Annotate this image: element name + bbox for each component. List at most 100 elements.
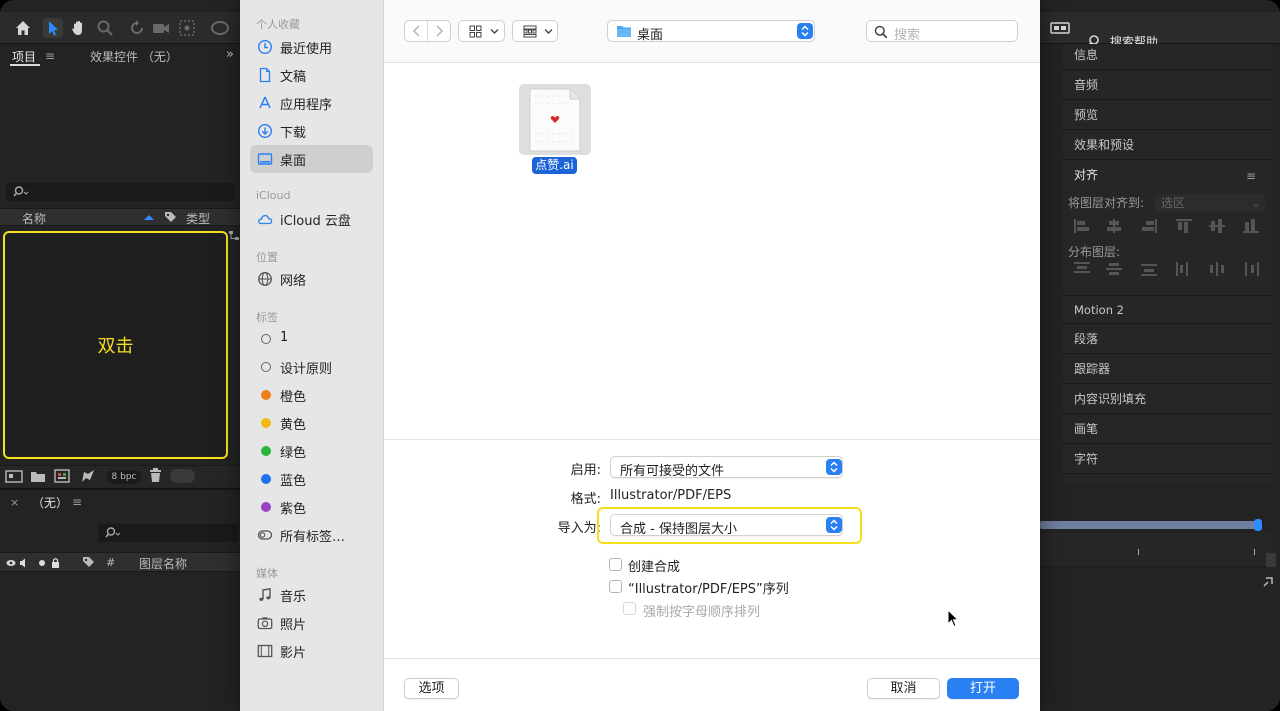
sidebar-item-downloads[interactable]: 下载	[250, 117, 373, 145]
panel-brushes[interactable]: 画笔	[1062, 415, 1272, 444]
panel-menu-icon[interactable]: ≡	[72, 495, 82, 509]
work-area-bar[interactable]	[1040, 521, 1258, 529]
sidebar-item-icloud-drive[interactable]: iCloud 云盘	[250, 205, 373, 233]
zoom-tool-icon[interactable]	[95, 18, 115, 38]
distribute-top-icon[interactable]	[1074, 262, 1090, 276]
close-icon[interactable]: ×	[10, 496, 19, 509]
sidebar-item-applications[interactable]: 应用程序	[250, 89, 373, 117]
sidebar-tag-green[interactable]: 绿色	[250, 437, 373, 465]
sidebar-tag-design[interactable]: 设计原则	[250, 353, 373, 381]
distribute-left-icon[interactable]	[1176, 262, 1192, 276]
options-button[interactable]: 选项	[404, 678, 459, 699]
align-bottom-icon[interactable]	[1243, 219, 1259, 233]
thumbnail-slider[interactable]	[170, 469, 195, 483]
zoom-navigator-icon[interactable]	[1262, 574, 1276, 588]
all-tags-icon	[257, 530, 273, 540]
clock-icon	[257, 39, 273, 55]
sidebar-tag-1[interactable]: 1	[250, 325, 373, 353]
work-area-end-handle[interactable]	[1254, 519, 1262, 531]
align-vertical-center-icon[interactable]	[1209, 219, 1225, 233]
panel-motion2[interactable]: Motion 2	[1062, 295, 1272, 324]
rotate-tool-icon[interactable]	[127, 18, 147, 38]
panel-menu-icon[interactable]: ≡	[45, 49, 55, 63]
sidebar-item-music[interactable]: 音乐	[250, 581, 373, 609]
forward-button[interactable]	[428, 21, 450, 41]
column-layer-name[interactable]: 图层名称	[139, 555, 187, 572]
sidebar-tag-purple[interactable]: 紫色	[250, 493, 373, 521]
project-drop-area[interactable]: 双击	[3, 231, 228, 459]
workspace-icon[interactable]	[1050, 18, 1070, 38]
panel-effects-presets[interactable]: 效果和预设	[1062, 131, 1272, 160]
distribute-hcenter-icon[interactable]	[1209, 262, 1225, 276]
location-popup[interactable]: 桌面	[607, 20, 815, 43]
hand-tool-icon[interactable]	[69, 18, 89, 38]
label-tag-icon[interactable]	[82, 556, 95, 569]
label-tag-icon[interactable]	[164, 211, 177, 224]
cancel-button[interactable]: 取消	[867, 678, 940, 699]
panel-align-title[interactable]: 对齐	[1062, 161, 1272, 190]
panel-info[interactable]: 信息	[1062, 41, 1272, 70]
tab-project[interactable]: 项目	[12, 48, 36, 65]
distribute-vcenter-icon[interactable]	[1106, 262, 1122, 276]
panel-overflow-icon[interactable]: »	[226, 47, 234, 62]
time-ruler[interactable]	[1040, 533, 1272, 567]
sidebar-item-desktop[interactable]: 桌面	[250, 145, 373, 173]
sidebar-item-label: 黄色	[280, 418, 307, 433]
panel-tracker[interactable]: 跟踪器	[1062, 355, 1272, 384]
pan-behind-tool-icon[interactable]	[177, 18, 197, 38]
panel-menu-icon[interactable]: ≡	[1246, 169, 1256, 183]
group-by-button[interactable]	[512, 20, 558, 42]
interpret-footage-icon[interactable]	[5, 470, 23, 483]
selection-tool-icon[interactable]	[43, 18, 63, 38]
new-folder-icon[interactable]	[30, 469, 46, 483]
tab-effect-controls[interactable]: 效果控件 （无）	[90, 48, 178, 65]
force-alphabetical-checkbox[interactable]	[623, 602, 636, 615]
view-mode-button[interactable]	[458, 20, 505, 42]
timeline-scrollbar[interactable]	[1266, 553, 1276, 567]
timeline-search-input[interactable]	[98, 524, 238, 542]
panel-character[interactable]: 字符	[1062, 445, 1272, 474]
align-top-icon[interactable]	[1176, 219, 1192, 233]
home-icon[interactable]	[13, 18, 33, 38]
render-queue-icon[interactable]	[80, 468, 96, 484]
bit-depth-badge[interactable]: 8 bpc	[107, 470, 141, 484]
project-search-input[interactable]	[6, 183, 234, 201]
file-item[interactable]	[519, 84, 591, 155]
search-input[interactable]: 搜索	[866, 20, 1018, 43]
panel-preview[interactable]: 预览	[1062, 101, 1272, 130]
sidebar-item-documents[interactable]: 文稿	[250, 61, 373, 89]
column-type[interactable]: 类型	[186, 210, 210, 227]
align-left-icon[interactable]	[1074, 219, 1090, 233]
create-comp-checkbox[interactable]	[609, 558, 622, 571]
align-right-icon[interactable]	[1141, 219, 1157, 233]
column-name[interactable]: 名称	[22, 210, 46, 227]
trash-icon[interactable]	[149, 468, 162, 483]
sidebar-tag-yellow[interactable]: 黄色	[250, 409, 373, 437]
new-composition-icon[interactable]	[54, 469, 70, 483]
distribute-right-icon[interactable]	[1243, 262, 1259, 276]
file-name-label[interactable]: 点赞.ai	[532, 157, 577, 174]
panel-audio[interactable]: 音频	[1062, 71, 1272, 100]
back-button[interactable]	[405, 21, 428, 41]
align-to-dropdown[interactable]: 选区 ⌄	[1155, 194, 1265, 212]
sequence-checkbox[interactable]	[609, 580, 622, 593]
distribute-bottom-icon[interactable]	[1141, 262, 1157, 276]
flowchart-icon[interactable]	[228, 230, 240, 242]
align-horizontal-center-icon[interactable]	[1106, 219, 1122, 233]
sidebar-all-tags[interactable]: 所有标签…	[250, 521, 373, 549]
sidebar-item-movies[interactable]: 影片	[250, 637, 373, 665]
open-button[interactable]: 打开	[947, 678, 1019, 699]
panel-paragraph[interactable]: 段落	[1062, 325, 1272, 354]
sort-ascending-icon[interactable]	[143, 213, 155, 221]
tab-timeline[interactable]: （无）	[32, 494, 68, 511]
sidebar-item-photos[interactable]: 照片	[250, 609, 373, 637]
ellipse-tool-icon[interactable]	[209, 18, 229, 38]
enable-popup[interactable]: 所有可接受的文件	[610, 456, 843, 479]
layer-switches-icons[interactable]	[6, 557, 70, 569]
panel-content-aware-fill[interactable]: 内容识别填充	[1062, 385, 1272, 414]
sidebar-tag-orange[interactable]: 橙色	[250, 381, 373, 409]
sidebar-item-network[interactable]: 网络	[250, 265, 373, 293]
camera-tool-icon[interactable]	[151, 18, 171, 38]
sidebar-item-recents[interactable]: 最近使用	[250, 33, 373, 61]
sidebar-tag-blue[interactable]: 蓝色	[250, 465, 373, 493]
